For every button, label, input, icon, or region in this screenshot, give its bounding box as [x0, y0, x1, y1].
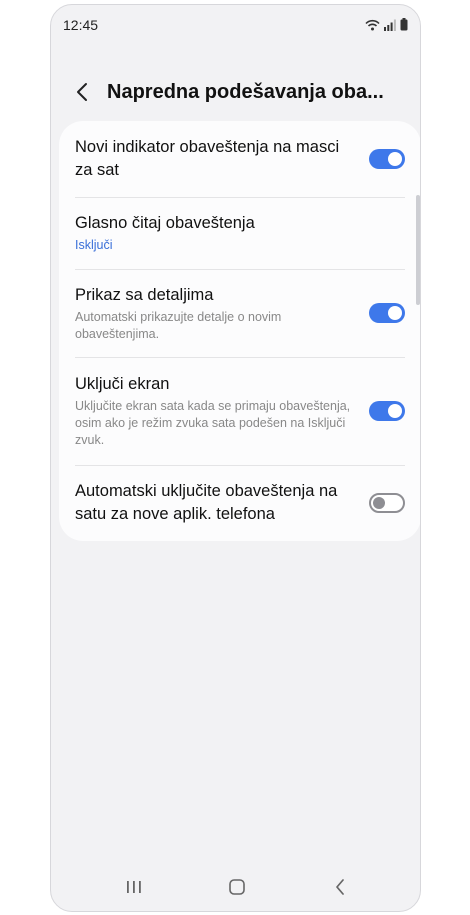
- setting-row-details[interactable]: Prikaz sa detaljima Automatski prikazujt…: [59, 269, 420, 357]
- details-toggle[interactable]: [369, 303, 405, 323]
- auto-enable-toggle[interactable]: [369, 493, 405, 513]
- setting-description: Uključite ekran sata kada se primaju oba…: [75, 399, 351, 447]
- setting-value: Isključi: [75, 238, 113, 252]
- page-title: Napredna podešavanja oba...: [107, 81, 384, 103]
- signal-icon: [384, 19, 396, 31]
- setting-title: Prikaz sa detaljima: [75, 285, 214, 304]
- setting-row-read-aloud[interactable]: Glasno čitaj obaveštenja Isključi: [59, 197, 420, 269]
- back-arrow-icon: [77, 83, 87, 101]
- back-button[interactable]: [67, 77, 97, 107]
- setting-row-screen-on[interactable]: Uključi ekran Uključite ekran sata kada …: [59, 357, 420, 465]
- phone-screen: 12:45 Napredna podešavanja oba... Novi i…: [50, 4, 421, 912]
- setting-row-auto-enable[interactable]: Automatski uključite obaveštenja na satu…: [59, 465, 420, 541]
- status-icons: [365, 18, 408, 31]
- wifi-icon: [365, 19, 380, 30]
- setting-title: Novi indikator obaveštenja na masci za s…: [75, 138, 340, 179]
- recent-apps-icon: [127, 881, 141, 893]
- app-header: Napredna podešavanja oba...: [51, 69, 420, 117]
- scroll-indicator[interactable]: [416, 195, 420, 305]
- setting-title: Uključi ekran: [75, 375, 170, 393]
- nav-back-button[interactable]: [325, 873, 355, 901]
- setting-title: Automatski uključite obaveštenja na satu…: [75, 482, 338, 523]
- nav-back-icon: [336, 879, 344, 895]
- battery-icon: [400, 18, 408, 31]
- recent-apps-button[interactable]: [119, 873, 149, 901]
- navigation-bar: [51, 863, 420, 911]
- status-bar: 12:45: [51, 5, 420, 45]
- home-button[interactable]: [222, 873, 252, 901]
- setting-description: Automatski prikazujte detalje o novim ob…: [75, 309, 282, 341]
- screen-on-toggle[interactable]: [369, 401, 405, 421]
- setting-row-new-indicator[interactable]: Novi indikator obaveštenja na masci za s…: [59, 121, 420, 197]
- new-indicator-toggle[interactable]: [369, 149, 405, 169]
- settings-card: Novi indikator obaveštenja na masci za s…: [59, 121, 420, 541]
- home-icon: [229, 879, 245, 895]
- status-time: 12:45: [63, 17, 99, 33]
- setting-title: Glasno čitaj obaveštenja: [75, 214, 255, 232]
